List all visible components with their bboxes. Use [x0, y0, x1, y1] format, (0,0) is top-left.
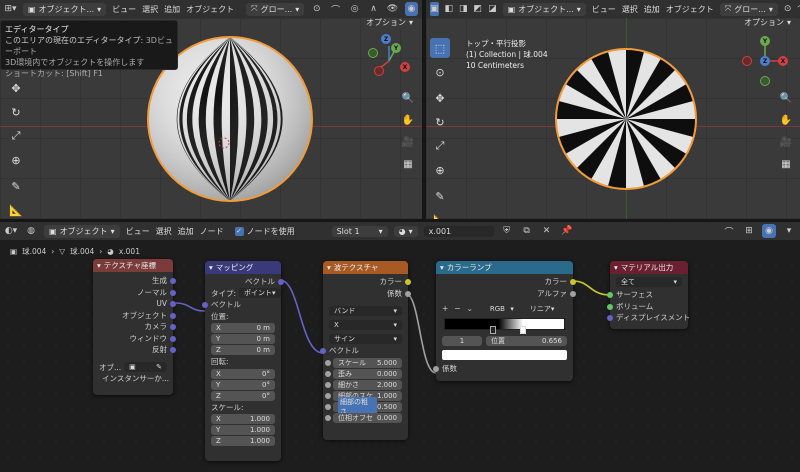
texcoord-out-camera: カメラ: [93, 321, 176, 333]
texcoord-out-uv: UV: [93, 298, 176, 310]
socket[interactable]: [405, 290, 411, 297]
socket[interactable]: [320, 348, 326, 354]
wave-profile-dropdown[interactable]: サイン ▾: [329, 334, 402, 344]
socket[interactable]: [278, 279, 284, 285]
output-target-dropdown[interactable]: 全て ▾: [616, 277, 682, 287]
texcoord-out-generated: 生成: [93, 275, 176, 287]
texcoord-object-row: オブ... ▣ ✎: [93, 362, 173, 374]
scale-z-field[interactable]: Z 1.000: [211, 436, 275, 446]
location-z-field[interactable]: Z0 m: [211, 345, 275, 355]
colorramp-collapse-icon[interactable]: ▾: [440, 263, 444, 272]
colorramp-stop-row: 1 位置 0.656: [436, 336, 573, 348]
socket[interactable]: [570, 290, 576, 297]
socket[interactable]: [570, 279, 576, 285]
wave-detail-field[interactable]: 細かさ 2.000: [325, 379, 402, 390]
output-in-volume: ボリューム: [607, 301, 688, 313]
mapping-header[interactable]: ▾ マッピング: [205, 261, 281, 274]
mapping-out-vector: ベクトル: [205, 276, 284, 288]
mapping-location-label: 位置:: [211, 311, 229, 321]
wave-header[interactable]: ▾ 波テクスチャ: [323, 261, 408, 274]
output-in-surface: サーフェス: [607, 289, 688, 301]
wave-texture-node[interactable]: ▾ 波テクスチャ カラー 係数 バンド ▾ X ▾ サイン ▾ ベクトル スケール 5.0…: [320, 261, 411, 440]
socket[interactable]: [170, 312, 176, 319]
location-y-field[interactable]: Y0 m: [211, 334, 275, 344]
ramp-stop-white[interactable]: [519, 325, 526, 334]
wave-distortion-field[interactable]: 歪み 0.000: [325, 368, 402, 379]
scale-y-field[interactable]: Y 1.000: [211, 425, 275, 435]
wave-in-vector: ベクトル: [320, 345, 408, 357]
wave-scale-field[interactable]: スケール 5.000: [325, 357, 402, 368]
mapping-in-vector: ベクトル: [202, 299, 281, 311]
socket[interactable]: [170, 347, 176, 353]
socket[interactable]: [170, 335, 176, 342]
texture-coordinate-node[interactable]: ▾ テクスチャ座標 生成 ノーマル UV オブジェクト カメラ ウィンドウ 反射 …: [93, 259, 176, 395]
location-x-field[interactable]: X0 m: [211, 323, 275, 333]
texcoord-out-reflection: 反射: [93, 344, 176, 356]
socket[interactable]: [607, 292, 613, 298]
stop-position-field[interactable]: 位置 0.656: [486, 336, 567, 347]
object-cube-icon: ▣: [129, 363, 136, 372]
rotation-y-field[interactable]: Y 0°: [211, 379, 275, 390]
socket[interactable]: [433, 366, 439, 372]
color-mode-dropdown[interactable]: RGB ▾: [484, 303, 519, 314]
mapping-collapse-icon[interactable]: ▾: [209, 263, 213, 272]
texcoord-header[interactable]: ▾ テクスチャ座標: [93, 259, 173, 272]
texcoord-out-object: オブジェクト: [93, 310, 176, 322]
mapping-rotation-label: 回転:: [211, 357, 229, 367]
stop-color-swatch[interactable]: [442, 350, 567, 360]
socket[interactable]: [325, 414, 331, 421]
socket[interactable]: [325, 359, 331, 366]
ramp-stop-black[interactable]: [490, 325, 497, 334]
wave-out-fac: 係数: [323, 288, 411, 300]
add-stop-icon[interactable]: +: [442, 304, 448, 313]
mapping-node[interactable]: ▾ マッピング ベクトル タイプ: ポイント ▾ ベクトル 位置: X0 m Y0 m…: [202, 261, 284, 461]
colorramp-controls: + − ⌄ RGB ▾ リニア ▾: [436, 303, 573, 315]
wave-direction-dropdown[interactable]: X ▾: [329, 320, 402, 330]
output-in-displacement: ディスプレイスメント: [607, 312, 690, 324]
socket[interactable]: [170, 324, 176, 330]
remove-stop-icon[interactable]: −: [454, 304, 460, 313]
texcoord-out-normal: ノーマル: [93, 287, 176, 299]
socket[interactable]: [405, 279, 411, 285]
colorramp-in-fac: 係数: [433, 363, 573, 375]
socket[interactable]: [607, 303, 613, 310]
socket[interactable]: [170, 278, 176, 284]
eyedropper-icon[interactable]: ✎: [156, 363, 162, 371]
texcoord-instancer-row: インスタンサーか...: [102, 374, 170, 384]
color-ramp-node[interactable]: ▾ カラーランプ カラー アルファ + − ⌄ RGB ▾ リニア ▾ 1 位置 0.6…: [433, 261, 576, 381]
wave-phase-offset-field[interactable]: 位相オフセ 0.000: [325, 412, 402, 423]
socket[interactable]: [170, 301, 176, 307]
stop-index-field[interactable]: 1: [442, 336, 482, 347]
socket[interactable]: [607, 315, 613, 321]
object-picker-field[interactable]: ▣ ✎: [124, 362, 167, 373]
output-header[interactable]: ▾ マテリアル出力: [610, 261, 688, 274]
socket[interactable]: [325, 370, 331, 377]
colorramp-header[interactable]: ▾ カラーランプ: [436, 261, 573, 274]
socket[interactable]: [325, 392, 331, 399]
rotation-x-field[interactable]: X 0°: [211, 368, 275, 379]
material-output-node[interactable]: ▾ マテリアル出力 全て ▾ サーフェス ボリューム ディスプレイスメント: [607, 261, 690, 329]
colorramp-out-color: カラー: [436, 276, 576, 288]
socket[interactable]: [325, 403, 331, 410]
color-ramp-gradient[interactable]: [444, 317, 565, 334]
wave-collapse-icon[interactable]: ▾: [327, 263, 331, 272]
texcoord-out-window: ウィンドウ: [93, 333, 176, 345]
mapping-scale-label: スケール:: [211, 402, 244, 412]
rotation-z-field[interactable]: Z 0°: [211, 390, 275, 401]
wave-type-dropdown[interactable]: バンド ▾: [329, 306, 402, 316]
output-collapse-icon[interactable]: ▾: [614, 263, 618, 272]
socket[interactable]: [202, 302, 208, 308]
collapse-icon[interactable]: ▾: [97, 261, 101, 270]
socket[interactable]: [325, 381, 331, 388]
mapping-type-dropdown[interactable]: ポイント ▾: [239, 288, 281, 299]
wave-detail-roughness-field[interactable]: 細部の粗さ 0.500: [325, 396, 402, 417]
interpolation-dropdown[interactable]: リニア ▾: [524, 303, 559, 314]
scale-x-field[interactable]: X 1.000: [211, 414, 275, 424]
mapping-type-row: タイプ: ポイント ▾: [205, 288, 281, 300]
socket[interactable]: [170, 289, 176, 296]
ramp-menu-icon[interactable]: ⌄: [467, 304, 473, 313]
colorramp-out-alpha: アルファ: [436, 288, 576, 300]
wave-out-color: カラー: [323, 276, 411, 288]
